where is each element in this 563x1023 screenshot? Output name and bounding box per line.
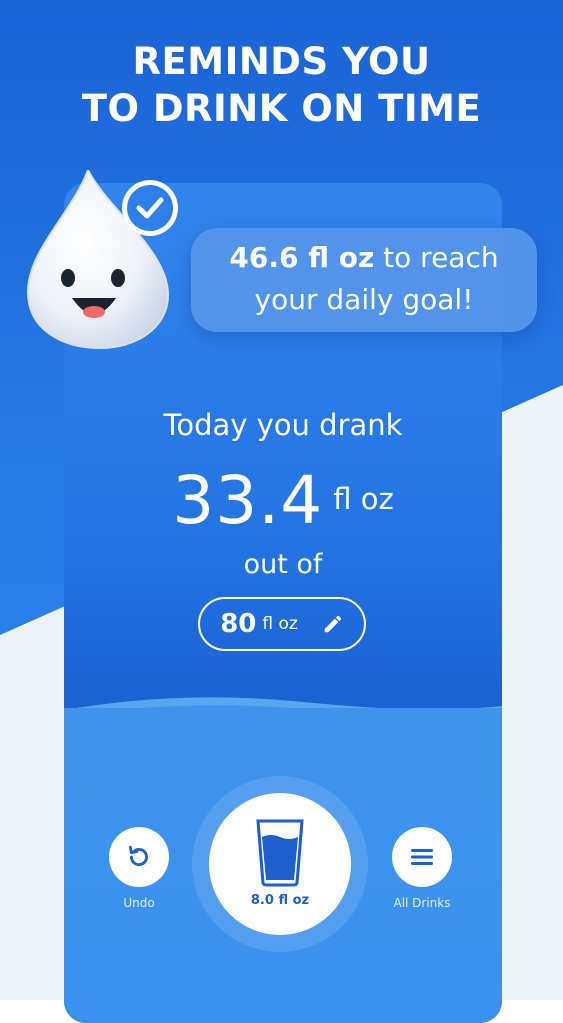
water-glass-icon: [256, 819, 304, 887]
goal-remaining-text: to reach: [374, 241, 499, 274]
add-drink-button[interactable]: [209, 793, 351, 935]
goal-remaining-line-2: your daily goal!: [254, 283, 474, 316]
drink-size-label: 8.0 fl oz: [250, 893, 310, 908]
headline-line-2: TO DRINK ON TIME: [81, 87, 482, 130]
today-amount: 33.4 fl oz: [64, 462, 502, 539]
daily-goal-unit: fl oz: [262, 614, 298, 634]
goal-remaining-bubble: 46.6 fl oz to reach your daily goal!: [191, 228, 537, 332]
undo-label: Undo: [123, 896, 155, 910]
check-badge-icon: [122, 180, 178, 236]
water-drop-mascot-icon: [26, 170, 178, 350]
daily-goal-button[interactable]: 80 fl oz: [198, 597, 366, 651]
undo-icon: [128, 845, 148, 867]
today-label: Today you drank: [163, 408, 403, 442]
headline: REMINDS YOU TO DRINK ON TIME: [0, 38, 563, 132]
goal-remaining-line-1: 46.6 fl oz to reach: [191, 237, 537, 279]
pencil-icon: [324, 615, 342, 633]
hamburger-menu-icon: [411, 849, 433, 865]
goal-remaining-amount: 46.6 fl oz: [229, 241, 375, 274]
all-drinks-label: All Drinks: [393, 896, 451, 910]
all-drinks-button[interactable]: [392, 827, 452, 887]
daily-goal-value: 80: [220, 609, 257, 639]
undo-button[interactable]: [109, 827, 169, 887]
out-of-label: out of: [243, 549, 323, 580]
headline-line-1: REMINDS YOU: [132, 40, 431, 83]
today-amount-unit: fl oz: [333, 482, 394, 516]
today-amount-value: 33.4: [172, 462, 324, 539]
